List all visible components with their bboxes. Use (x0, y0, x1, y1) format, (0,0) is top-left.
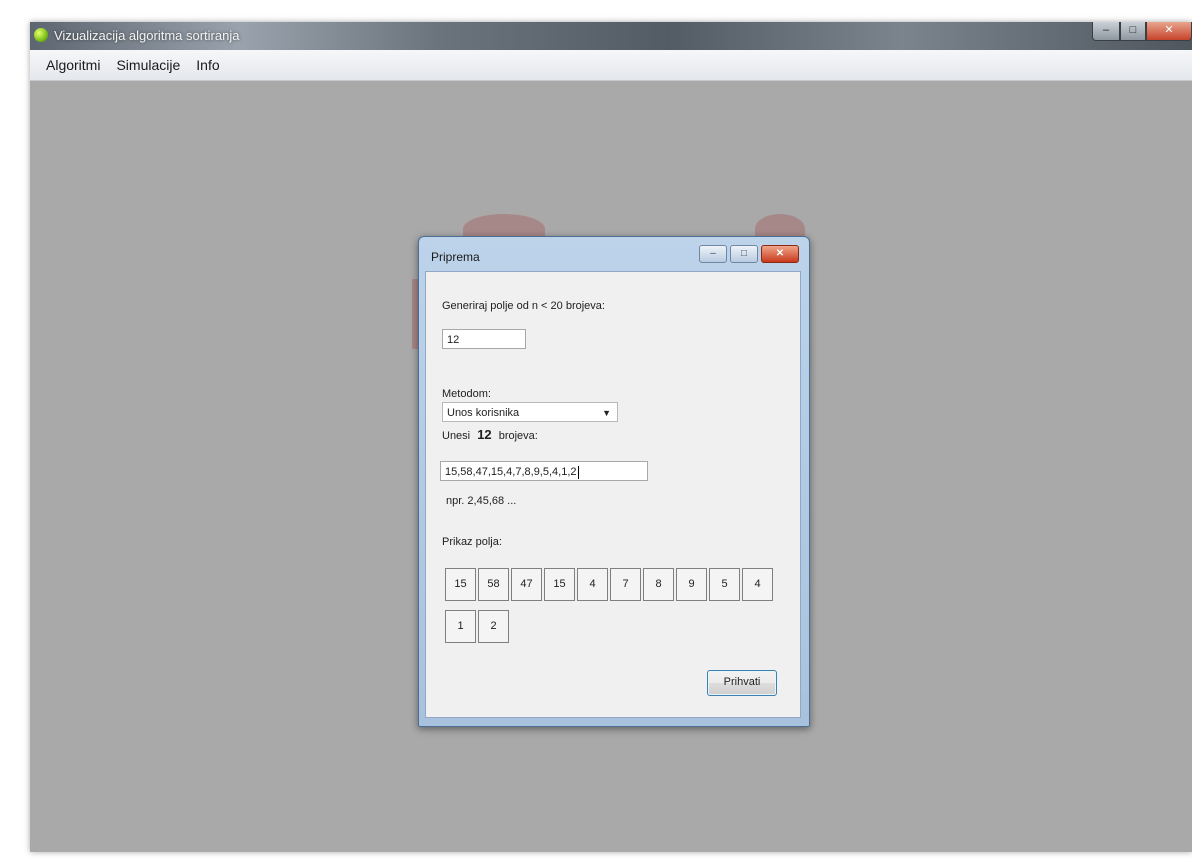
enter-count-label: Unesi 12 brojeva: (442, 427, 538, 442)
array-cell: 8 (643, 568, 674, 601)
array-cell: 1 (445, 610, 476, 643)
array-cell: 58 (478, 568, 509, 601)
chevron-down-icon: ▼ (602, 408, 611, 418)
dialog-maximize-button[interactable]: □ (730, 245, 758, 263)
close-button[interactable]: ✕ (1146, 22, 1192, 41)
method-label: Metodom: (442, 388, 491, 400)
method-select-value: Unos korisnika (447, 407, 520, 419)
maximize-button[interactable]: □ (1120, 22, 1146, 41)
dialog-close-button[interactable]: ✕ (761, 245, 799, 263)
dialog-title: Priprema (431, 250, 480, 264)
array-cell: 15 (544, 568, 575, 601)
dialog-controls: – □ ✕ (699, 245, 799, 263)
array-cell: 2 (478, 610, 509, 643)
array-label: Prikaz polja: (442, 536, 502, 548)
priprema-dialog: Priprema – □ ✕ Generiraj polje od n < 20… (418, 236, 810, 727)
array-cell: 5 (709, 568, 740, 601)
array-cell: 4 (742, 568, 773, 601)
main-titlebar[interactable]: Vizualizacija algoritma sortiranja – □ ✕ (30, 22, 1192, 50)
enter-prefix: Unesi (442, 430, 471, 442)
minimize-button[interactable]: – (1092, 22, 1120, 41)
numbers-input[interactable]: 15,58,47,15,4,7,8,9,5,4,1,2 (440, 461, 648, 481)
text-caret (577, 465, 579, 479)
array-cell: 7 (610, 568, 641, 601)
app-icon (34, 28, 48, 42)
enter-count: 12 (477, 427, 492, 442)
dialog-body: Generiraj polje od n < 20 brojeva: 12 Me… (425, 271, 801, 718)
menu-algoritmi[interactable]: Algoritmi (38, 50, 108, 80)
screenshot: Vizualizacija algoritma sortiranja – □ ✕… (0, 0, 1192, 866)
example-hint: npr. 2,45,68 ... (446, 495, 517, 507)
method-select[interactable]: Unos korisnika ▼ (442, 402, 618, 422)
menu-info[interactable]: Info (188, 50, 227, 80)
accept-button[interactable]: Prihvati (707, 670, 777, 696)
array-cell: 4 (577, 568, 608, 601)
array-cell: 15 (445, 568, 476, 601)
numbers-input-value: 15,58,47,15,4,7,8,9,5,4,1,2 (445, 466, 577, 478)
dialog-titlebar[interactable]: Priprema – □ ✕ (419, 237, 809, 271)
menu-simulacije[interactable]: Simulacije (108, 50, 188, 80)
n-input[interactable]: 12 (442, 329, 526, 349)
array-cell: 47 (511, 568, 542, 601)
menubar: Algoritmi Simulacije Info (30, 50, 1192, 81)
window-controls: – □ ✕ (1092, 22, 1192, 42)
array-cell: 9 (676, 568, 707, 601)
dialog-minimize-button[interactable]: – (699, 245, 727, 263)
enter-suffix: brojeva: (498, 430, 538, 442)
window-title: Vizualizacija algoritma sortiranja (54, 28, 240, 43)
generate-label: Generiraj polje od n < 20 brojeva: (442, 300, 605, 312)
